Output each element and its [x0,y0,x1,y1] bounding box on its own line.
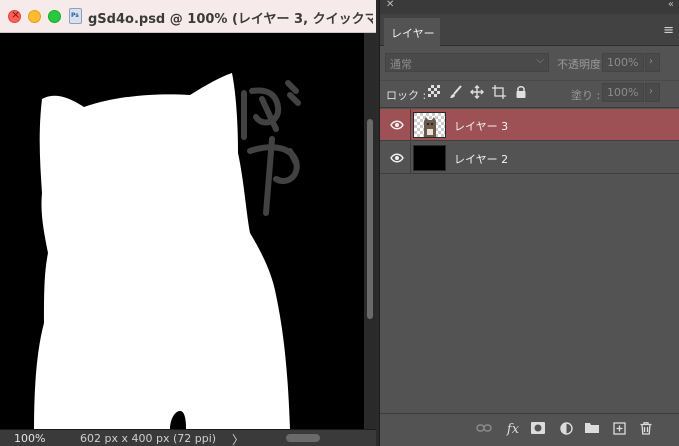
status-menu-arrow[interactable]: 〉 [232,431,244,446]
vertical-scrollbar[interactable] [364,33,376,429]
blend-mode-value: 通常 [390,58,412,71]
layer-row-3[interactable]: レイヤー 3 [380,109,679,141]
move-lock-icon[interactable] [470,85,484,99]
lock-label: ロック : [386,89,427,102]
document-titlebar[interactable]: Ps gSd4o.psd @ 100% (レイヤー 3, クイックマス… [0,0,376,33]
panel-tabbar: レイヤー ≡ [380,14,679,46]
layers-panel: ✕ « レイヤー ≡ 通常 ⌵ 不透明度 : 100% › ロック : 塗り :… [379,0,679,446]
horizontal-scroll-thumb[interactable] [286,434,320,442]
vertical-scroll-thumb[interactable] [367,119,373,319]
cat-mask-image: ぼや [0,33,364,429]
trash-icon[interactable] [638,422,654,438]
layer-row-2[interactable]: レイヤー 2 [380,142,679,174]
padlock-icon[interactable] [514,85,528,99]
document-canvas[interactable]: ぼや [0,33,364,429]
panel-topbar: ✕ « [380,0,679,14]
minimize-window-button[interactable] [28,10,41,23]
adjustment-icon[interactable] [558,422,574,438]
document-size-info: 602 px x 400 px (72 ppi) [80,432,217,445]
fill-input[interactable]: 100% [602,83,644,102]
blend-mode-select[interactable]: 通常 ⌵ [385,53,549,72]
zoom-level[interactable]: 100% [14,432,45,445]
brush-lock-icon[interactable] [449,85,463,99]
layer-name[interactable]: レイヤー 3 [454,118,508,134]
document-title: gSd4o.psd @ 100% (レイヤー 3, クイックマス… [88,12,373,26]
psd-badge-text: Ps [71,12,79,19]
link-icon[interactable] [476,422,492,438]
document-status-bar: 100% 602 px x 400 px (72 ppi) 〉 [0,429,376,446]
transparency-lock-icon[interactable] [427,85,441,99]
opacity-slider-button[interactable]: › [645,53,660,72]
close-panel-icon[interactable]: ✕ [386,0,394,10]
eye-icon [390,153,404,163]
layer-visibility-toggle[interactable] [383,109,411,141]
fill-slider-button[interactable]: › [645,83,660,102]
artboard-lock-icon[interactable] [492,85,506,99]
fx-icon[interactable]: fx [505,422,521,438]
close-window-button[interactable] [8,8,21,23]
layer-visibility-toggle[interactable] [383,142,411,174]
new-layer-icon[interactable] [611,422,627,438]
fill-label: 塗り : [571,89,601,102]
layers-list: レイヤー 3 レイヤー 2 [380,107,679,413]
panel-menu-icon[interactable]: ≡ [663,23,674,38]
layer-thumbnail-cat [413,112,446,138]
psd-file-icon: Ps [69,8,82,24]
zoom-window-button[interactable] [48,10,61,23]
layers-panel-footer: fx [380,413,679,446]
tab-layers[interactable]: レイヤー [384,18,440,46]
eye-icon [390,120,404,130]
folder-icon[interactable] [584,422,600,438]
document-window: Ps gSd4o.psd @ 100% (レイヤー 3, クイックマス… ぼや … [0,0,376,446]
layer-name[interactable]: レイヤー 2 [454,151,508,167]
layer-thumbnail-black [413,145,446,171]
opacity-label: 不透明度 : [557,58,609,71]
collapse-panel-icon[interactable]: « [668,0,674,10]
opacity-input[interactable]: 100% [602,53,644,72]
mask-icon[interactable] [530,422,546,438]
chevron-down-icon: ⌵ [536,55,544,66]
chevron-right-icon: › [649,86,653,97]
chevron-right-icon: › [649,56,653,67]
